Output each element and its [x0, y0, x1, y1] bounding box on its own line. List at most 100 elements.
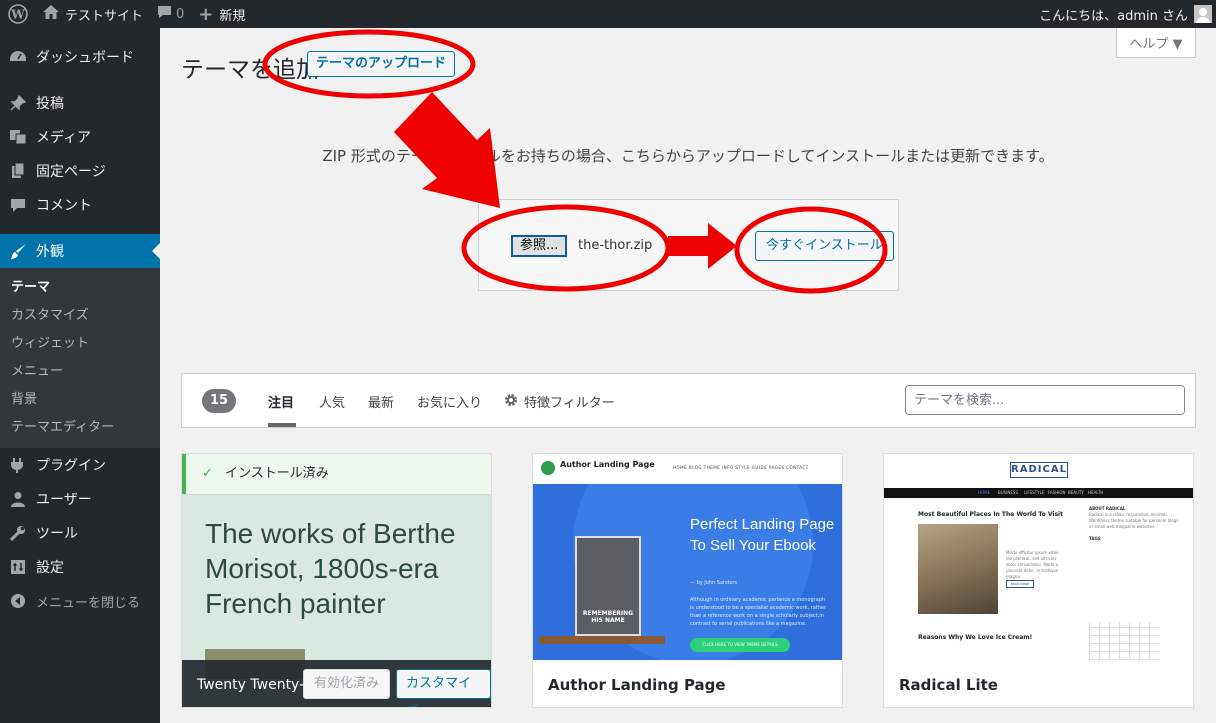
svg-text:W: W — [10, 8, 25, 22]
preview-post-image — [918, 524, 998, 614]
installed-notice: ✓ インストール済み — [182, 454, 491, 494]
pin-icon — [9, 94, 27, 112]
collapse-arrow-icon — [9, 592, 27, 610]
preview-excerpt: Morbi efficitur ipsum vitae leo placerat… — [1006, 550, 1059, 579]
active-tab-indicator — [268, 423, 296, 427]
sidebar-item-posts[interactable]: 投稿 — [0, 86, 160, 120]
tab-featured[interactable]: 注目 — [268, 392, 294, 411]
plus-icon: + — [198, 3, 214, 25]
sidebar-item-label: ユーザー — [36, 492, 92, 508]
feature-filter-label: 特徴フィルター — [524, 396, 615, 411]
preview-nav-item: BEAUTY — [1068, 490, 1084, 495]
preview-read-more: READ MORE — [1006, 580, 1034, 588]
preview-byline: — by John Sanders — [690, 580, 738, 586]
preview-nav-item: FASHION — [1048, 490, 1066, 495]
sidebar-item-label: プラグイン — [36, 458, 106, 474]
new-content-link[interactable]: + 新規 — [191, 0, 252, 28]
comments-count: 0 — [176, 6, 185, 22]
submenu-item-customize[interactable]: カスタマイズ — [0, 302, 160, 330]
check-icon: ✓ — [202, 466, 213, 481]
theme-screenshot[interactable]: Author Landing Page HOME BLOG THEME INFO… — [533, 454, 842, 660]
install-now-button[interactable]: 今すぐインストール — [755, 231, 894, 261]
collapse-menu-button[interactable]: メニューを閉じる — [0, 584, 160, 618]
tab-popular[interactable]: 人気 — [319, 392, 345, 411]
theme-actions-bar: Twenty Twenty-One 有効化済み カスタマイズ — [182, 660, 491, 707]
dashboard-icon — [9, 48, 27, 66]
theme-card-author-landing-page[interactable]: Author Landing Page HOME BLOG THEME INFO… — [532, 453, 843, 708]
preview-sidebar: ABOUT RADICAL Radical is a clean, respon… — [1089, 506, 1179, 542]
upload-theme-button[interactable]: テーマのアップロード — [307, 51, 456, 77]
account-menu[interactable]: こんにちは、admin さん — [1039, 0, 1216, 28]
sidebar-item-dashboard[interactable]: ダッシュボード — [0, 40, 160, 74]
sidebar-item-tools[interactable]: ツール — [0, 516, 160, 550]
sidebar-item-label: メディア — [36, 130, 92, 146]
preview-post-title: Reasons Why We Love Ice Cream! — [918, 634, 1033, 641]
site-name-link[interactable]: テストサイト — [36, 0, 150, 28]
submenu-item-menus[interactable]: メニュー — [0, 358, 160, 386]
comment-icon — [9, 196, 27, 214]
browse-file-button[interactable]: 参照... — [511, 235, 568, 257]
collapse-menu-label: メニューを閉じる — [36, 595, 141, 611]
submenu-item-widgets[interactable]: ウィジェット — [0, 330, 160, 358]
comments-link[interactable]: 0 — [150, 0, 191, 28]
avatar — [1194, 5, 1212, 23]
submenu-item-background[interactable]: 背景 — [0, 386, 160, 414]
greeting-text: こんにちは、admin さん — [1039, 8, 1188, 24]
preview-calendar — [1089, 622, 1159, 660]
admin-sidebar: ダッシュボード 投稿 メディア 固定ページ コメント 外観 テーマ カスタマイズ… — [0, 28, 160, 723]
submenu-item-theme-editor[interactable]: テーマエディター — [0, 414, 160, 442]
theme-card-radical-lite[interactable]: RADICAL HOME BUSINESS LIFESTYLE FASHION … — [883, 453, 1194, 708]
sidebar-item-label: 投稿 — [36, 96, 64, 112]
new-label: 新規 — [219, 8, 246, 24]
home-icon — [43, 5, 59, 23]
preview-shelf — [539, 636, 665, 644]
preview-cta: CLICK HERE TO VIEW THEME DETAILS — [690, 638, 790, 652]
sidebar-item-comments[interactable]: コメント — [0, 188, 160, 222]
sidebar-item-label: 設定 — [36, 560, 64, 576]
sidebar-item-appearance[interactable]: 外観 — [0, 234, 160, 268]
plugin-icon — [9, 456, 27, 474]
theme-screenshot[interactable]: RADICAL HOME BUSINESS LIFESTYLE FASHION … — [884, 454, 1193, 660]
upload-description: ZIP 形式のテーマファイルをお持ちの場合、こちらからアップロードしてインストー… — [322, 147, 1054, 165]
page-icon — [9, 162, 27, 180]
wordpress-logo-icon[interactable]: W — [0, 0, 36, 28]
preview-hero: REMEMBERING HIS NAME Perfect Landing Pag… — [533, 484, 842, 660]
preview-tags-heading: TAGS — [1089, 536, 1101, 541]
activated-button: 有効化済み — [303, 669, 391, 699]
preview-nav-item: HEALTH — [1088, 490, 1104, 495]
help-button[interactable]: ヘルプ ▼ — [1116, 28, 1196, 58]
customize-button[interactable]: カスタマイズ — [396, 669, 491, 707]
sidebar-item-label: コメント — [36, 198, 92, 214]
preview-book-title: REMEMBERING HIS NAME — [575, 536, 641, 636]
sidebar-item-settings[interactable]: 設定 — [0, 550, 160, 584]
preview-nav-item: LIFESTYLE — [1024, 490, 1045, 495]
theme-card-twenty-twenty-one[interactable]: The works of Berthe Morisot, 1800s-era F… — [181, 453, 492, 708]
theme-count-badge: 15 — [202, 389, 236, 413]
preview-headline: Perfect Landing Page To Sell Your Ebook — [690, 516, 835, 554]
site-name: テストサイト — [65, 8, 144, 24]
preview-logo: RADICAL — [1010, 462, 1068, 478]
tab-favorites[interactable]: お気に入り — [417, 392, 482, 411]
installed-label: インストール済み — [225, 466, 329, 481]
feature-filter-button[interactable]: 特徴フィルター — [504, 392, 615, 411]
theme-name: Author Landing Page — [548, 676, 726, 694]
submenu-item-themes[interactable]: テーマ — [0, 274, 160, 302]
preview-nav: HOME BUSINESS LIFESTYLE FASHION BEAUTY H… — [884, 488, 1193, 498]
sidebar-item-users[interactable]: ユーザー — [0, 482, 160, 516]
tab-latest[interactable]: 最新 — [368, 392, 394, 411]
sidebar-item-label: 固定ページ — [36, 164, 106, 180]
preview-nav-item: BUSINESS — [998, 490, 1018, 495]
theme-preview-text: The works of Berthe Morisot, 1800s-era F… — [205, 518, 456, 619]
sidebar-item-pages[interactable]: 固定ページ — [0, 154, 160, 188]
selected-file-name: the-thor.zip — [578, 238, 653, 253]
brush-icon — [9, 242, 27, 260]
sidebar-item-plugins[interactable]: プラグイン — [0, 448, 160, 482]
sidebar-item-label: 外観 — [36, 244, 64, 260]
theme-name: Radical Lite — [899, 676, 998, 694]
upload-form: 参照... the-thor.zip 今すぐインストール — [478, 199, 899, 291]
media-icon — [9, 128, 27, 146]
theme-search-input[interactable] — [905, 385, 1185, 415]
sidebar-item-media[interactable]: メディア — [0, 120, 160, 154]
preview-body: Although in ordinary academic parlance a… — [690, 597, 827, 627]
user-icon — [9, 490, 27, 508]
